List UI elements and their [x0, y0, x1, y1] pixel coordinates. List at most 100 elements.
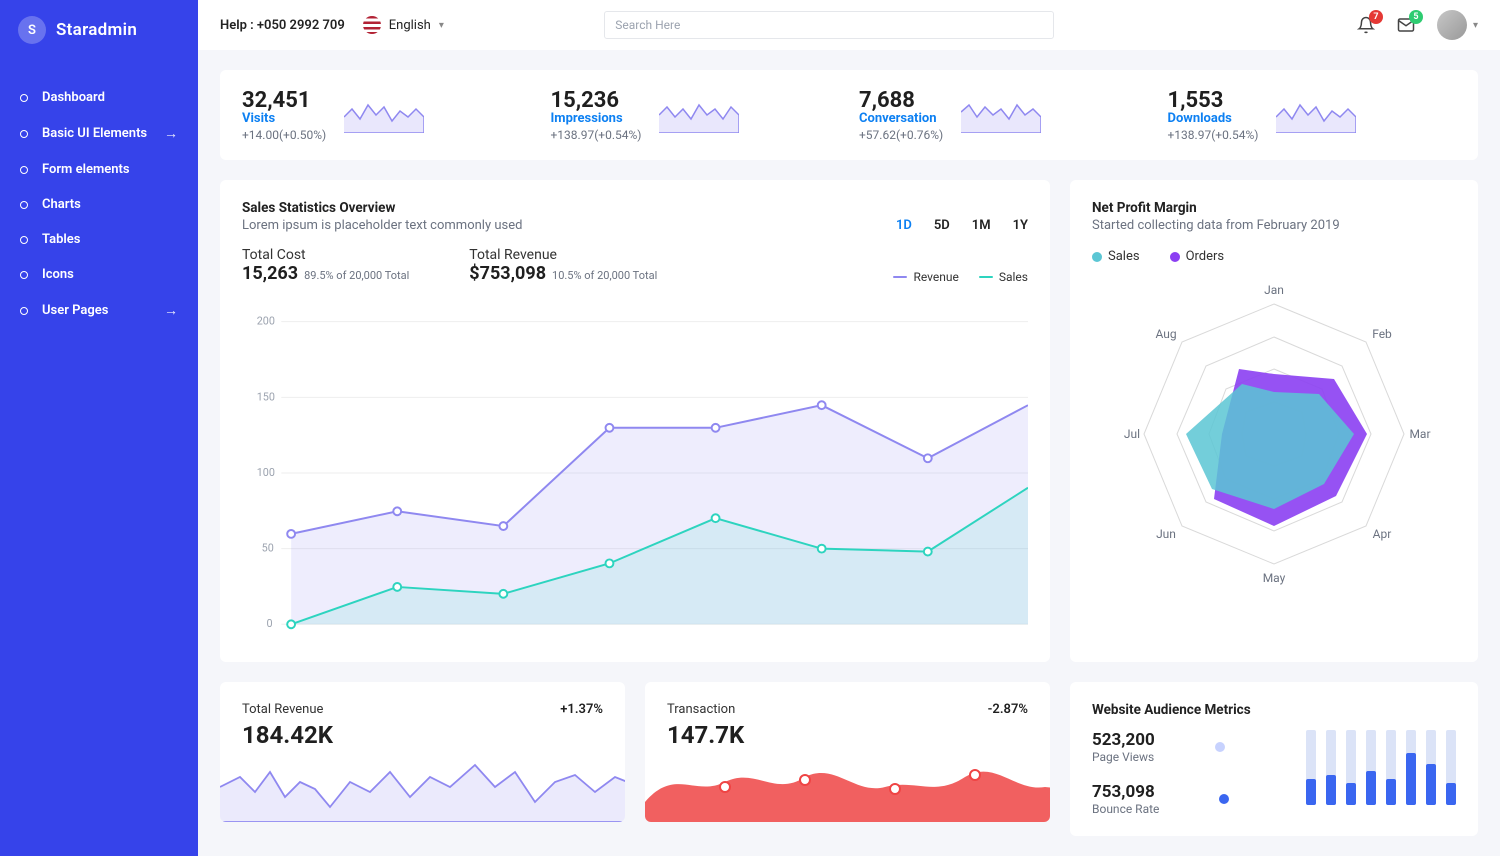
- metric-value: $753,098: [469, 263, 546, 284]
- nav-icons[interactable]: Icons: [0, 257, 198, 292]
- sidebar-nav: Dashboard Basic UI Elements→ Form elemen…: [0, 60, 198, 329]
- brand-name: Staradmin: [56, 20, 137, 40]
- aud-value: 523,200: [1092, 730, 1155, 750]
- radar-chart: Jan Feb Mar Apr May Jun Jul Aug: [1114, 274, 1434, 594]
- card-title: Sales Statistics Overview: [242, 200, 522, 216]
- stat-label: Downloads: [1168, 111, 1259, 126]
- stat-label: Conversation: [859, 111, 943, 126]
- bullet-icon: [20, 130, 28, 138]
- topbar: Help : +050 2992 709 English ▾ 7 5: [198, 0, 1500, 50]
- mini-value: 147.7K: [667, 721, 1028, 749]
- card-subtitle: Started collecting data from February 20…: [1092, 218, 1456, 233]
- sales-overview-card: Sales Statistics Overview Lorem ipsum is…: [220, 180, 1050, 662]
- metric-note: 89.5% of 20,000 Total: [304, 269, 409, 282]
- svg-text:Apr: Apr: [1373, 527, 1392, 541]
- svg-text:Jul: Jul: [1124, 427, 1140, 441]
- language-label: English: [389, 18, 431, 33]
- stat-visits: 32,451 Visits +14.00(+0.50%): [242, 88, 531, 142]
- metric-label: Total Cost: [242, 247, 409, 263]
- period-tabs: 1D 5D 1M 1Y: [896, 218, 1028, 233]
- audience-bar-chart: [1306, 730, 1456, 805]
- metric-note: 10.5% of 20,000 Total: [552, 269, 657, 282]
- bullet-icon: [20, 236, 28, 244]
- language-selector[interactable]: English ▾: [363, 16, 444, 34]
- svg-text:Mar: Mar: [1409, 427, 1430, 441]
- transaction-card: Transaction -2.87% 147.7K: [645, 682, 1050, 822]
- stat-value: 32,451: [242, 88, 326, 113]
- period-5d[interactable]: 5D: [934, 218, 950, 233]
- search-input[interactable]: [604, 11, 1054, 39]
- nav-charts[interactable]: Charts: [0, 187, 198, 222]
- bullet-icon: [20, 271, 28, 279]
- sparkline-icon: [1276, 97, 1356, 133]
- sidebar: S Staradmin Dashboard Basic UI Elements→…: [0, 0, 198, 856]
- stat-delta: +57.62(+0.76%): [859, 128, 943, 142]
- stat-conversation: 7,688 Conversation +57.62(+0.76%): [859, 88, 1148, 142]
- bullet-icon: [20, 201, 28, 209]
- dot-icon: [1219, 794, 1229, 804]
- mail-badge: 5: [1409, 10, 1423, 24]
- aud-label: Page Views: [1092, 750, 1155, 764]
- audience-card: Website Audience Metrics 523,200 Page Vi…: [1070, 682, 1478, 836]
- stat-delta: +138.97(+0.54%): [1168, 128, 1259, 142]
- bullet-icon: [20, 307, 28, 315]
- svg-text:Aug: Aug: [1155, 327, 1176, 341]
- profile-menu[interactable]: ▾: [1437, 10, 1478, 40]
- revenue-spark-chart: [220, 747, 625, 822]
- legend-sales: Sales: [979, 270, 1028, 284]
- dot-icon: [1215, 742, 1225, 752]
- nav-label: Tables: [42, 232, 80, 247]
- metric-label: Total Revenue: [469, 247, 657, 263]
- stat-label: Visits: [242, 111, 326, 126]
- avatar: [1437, 10, 1467, 40]
- total-revenue-card: Total Revenue +1.37% 184.42K: [220, 682, 625, 822]
- card-subtitle: Lorem ipsum is placeholder text commonly…: [242, 218, 522, 233]
- net-profit-card: Net Profit Margin Started collecting dat…: [1070, 180, 1478, 662]
- stat-value: 15,236: [551, 88, 642, 113]
- nav-label: Icons: [42, 267, 74, 282]
- nav-label: Form elements: [42, 162, 130, 177]
- stats-card: 32,451 Visits +14.00(+0.50%) 15,236 Impr…: [220, 70, 1478, 160]
- card-title: Net Profit Margin: [1092, 200, 1456, 216]
- search-wrap: [604, 11, 1054, 39]
- notif-badge: 7: [1369, 10, 1383, 24]
- stat-label: Impressions: [551, 111, 642, 126]
- brand-logo[interactable]: S Staradmin: [0, 0, 198, 60]
- nav-tables[interactable]: Tables: [0, 222, 198, 257]
- flag-icon: [363, 16, 381, 34]
- bullet-icon: [20, 94, 28, 102]
- mini-delta: -2.87%: [988, 702, 1028, 717]
- card-title: Website Audience Metrics: [1092, 702, 1456, 718]
- period-1m[interactable]: 1M: [972, 218, 991, 233]
- nav-form-elements[interactable]: Form elements: [0, 152, 198, 187]
- mini-title: Transaction: [667, 702, 735, 717]
- svg-text:Jan: Jan: [1264, 283, 1284, 297]
- svg-text:50: 50: [262, 542, 274, 555]
- notifications-button[interactable]: 7: [1357, 16, 1375, 34]
- mail-button[interactable]: 5: [1397, 16, 1415, 34]
- nav-label: Dashboard: [42, 90, 105, 105]
- mini-delta: +1.37%: [560, 702, 603, 717]
- brand-initial: S: [18, 16, 46, 44]
- nav-user-pages[interactable]: User Pages→: [0, 292, 198, 329]
- help-text: Help : +050 2992 709: [220, 18, 345, 33]
- sparkline-icon: [659, 97, 739, 133]
- period-1d[interactable]: 1D: [896, 218, 912, 233]
- nav-label: Basic UI Elements: [42, 126, 147, 141]
- sparkline-icon: [961, 97, 1041, 133]
- stat-downloads: 1,553 Downloads +138.97(+0.54%): [1168, 88, 1457, 142]
- aud-value: 753,098: [1092, 782, 1159, 802]
- aud-label: Bounce Rate: [1092, 802, 1159, 816]
- stat-delta: +14.00(+0.50%): [242, 128, 326, 142]
- nav-label: User Pages: [42, 303, 108, 318]
- svg-text:200: 200: [257, 315, 275, 328]
- legend-orders: Orders: [1170, 249, 1225, 264]
- nav-dashboard[interactable]: Dashboard: [0, 80, 198, 115]
- legend-revenue: Revenue: [893, 270, 958, 284]
- svg-text:Jun: Jun: [1156, 527, 1176, 541]
- bullet-icon: [20, 166, 28, 174]
- stat-value: 1,553: [1168, 88, 1259, 113]
- period-1y[interactable]: 1Y: [1013, 218, 1028, 233]
- metric-value: 15,263: [242, 263, 298, 284]
- nav-basic-ui[interactable]: Basic UI Elements→: [0, 115, 198, 152]
